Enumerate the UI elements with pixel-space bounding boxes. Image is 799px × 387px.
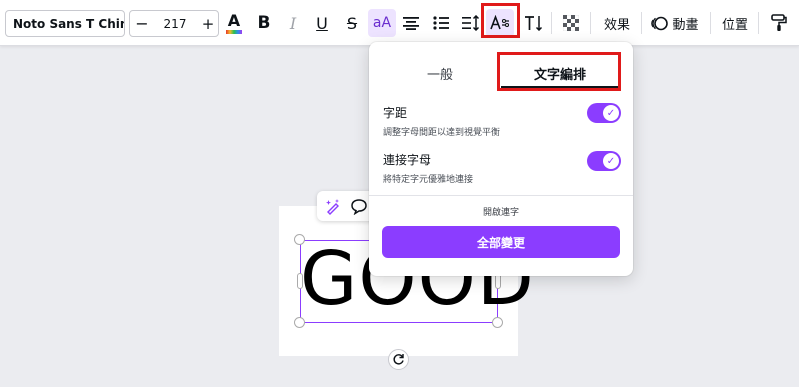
ligature-description: 將特定字元優雅地連接 <box>383 175 474 185</box>
toolbar-divider <box>710 12 711 34</box>
ligature-link[interactable]: 開啟連字 <box>369 205 633 218</box>
align-icon <box>403 17 419 30</box>
magic-edit-button[interactable] <box>323 196 343 216</box>
effects-button[interactable]: 效果 <box>600 9 634 37</box>
kerning-toggle[interactable]: ✓ <box>587 103 621 123</box>
underline-button[interactable]: U <box>308 9 336 37</box>
font-size-value[interactable]: 217 <box>154 11 196 36</box>
ligature-toggle[interactable]: ✓ <box>587 151 621 171</box>
text-color-button[interactable]: A <box>220 9 248 37</box>
ligature-title: 連接字母 <box>383 153 432 167</box>
kerning-description: 調整字母間距以達到視覺平衡 <box>383 128 501 138</box>
animate-label: 動畫 <box>672 17 699 33</box>
letter-case-button[interactable]: aA <box>368 9 396 37</box>
check-icon: ✓ <box>603 153 619 169</box>
quick-actions-bar <box>317 191 377 221</box>
spacing-icon <box>462 15 480 31</box>
text-style-highlight <box>481 3 520 38</box>
resize-handle-bottom-left[interactable] <box>294 317 305 328</box>
comment-icon <box>351 198 367 215</box>
toolbar-divider <box>551 12 552 34</box>
align-button[interactable] <box>397 9 425 37</box>
copy-style-button[interactable] <box>765 9 793 37</box>
vertical-text-button[interactable] <box>520 9 548 37</box>
tab-highlight <box>497 52 621 91</box>
rotate-icon <box>393 354 404 365</box>
transparency-icon <box>563 15 579 31</box>
vertical-text-icon <box>525 16 543 31</box>
animate-button[interactable]: 動畫 <box>650 9 700 37</box>
list-button[interactable] <box>427 9 455 37</box>
list-icon <box>433 16 449 30</box>
animate-icon <box>651 16 669 30</box>
tab-general[interactable]: 一般 <box>427 64 453 83</box>
text-color-icon: A <box>227 10 241 30</box>
apply-all-button[interactable]: 全部變更 <box>382 226 620 258</box>
font-size-stepper: − 217 + <box>129 10 219 37</box>
check-icon: ✓ <box>603 105 619 121</box>
font-family-select[interactable]: Noto Sans T Chin... <box>5 10 125 37</box>
bold-button[interactable]: B <box>250 9 278 37</box>
editor-toolbar: Noto Sans T Chin... − 217 + A B I U S aA <box>0 0 799 46</box>
decrease-size-button[interactable]: − <box>130 11 154 36</box>
text-style-popover: 一般 文字編排 字距 調整字母間距以達到視覺平衡 ✓ 連接字母 將特定字元優雅地… <box>369 42 633 276</box>
resize-handle-left[interactable] <box>297 273 303 289</box>
resize-handle-bottom-right[interactable] <box>492 317 503 328</box>
kerning-title: 字距 <box>383 106 408 120</box>
resize-handle-top-left[interactable] <box>294 234 305 245</box>
italic-button[interactable]: I <box>279 9 307 37</box>
color-swatch-bar <box>226 29 242 34</box>
magic-edit-icon <box>325 198 339 215</box>
increase-size-button[interactable]: + <box>196 11 220 36</box>
transparency-button[interactable] <box>557 9 585 37</box>
popover-divider <box>369 195 633 196</box>
strikethrough-button[interactable]: S <box>338 9 366 37</box>
comment-button[interactable] <box>349 196 369 216</box>
toolbar-divider <box>641 12 642 34</box>
rotate-button[interactable] <box>388 349 409 370</box>
toolbar-divider <box>758 12 759 34</box>
position-button[interactable]: 位置 <box>719 9 751 37</box>
paint-roller-icon <box>771 14 787 31</box>
toolbar-divider <box>590 12 591 34</box>
